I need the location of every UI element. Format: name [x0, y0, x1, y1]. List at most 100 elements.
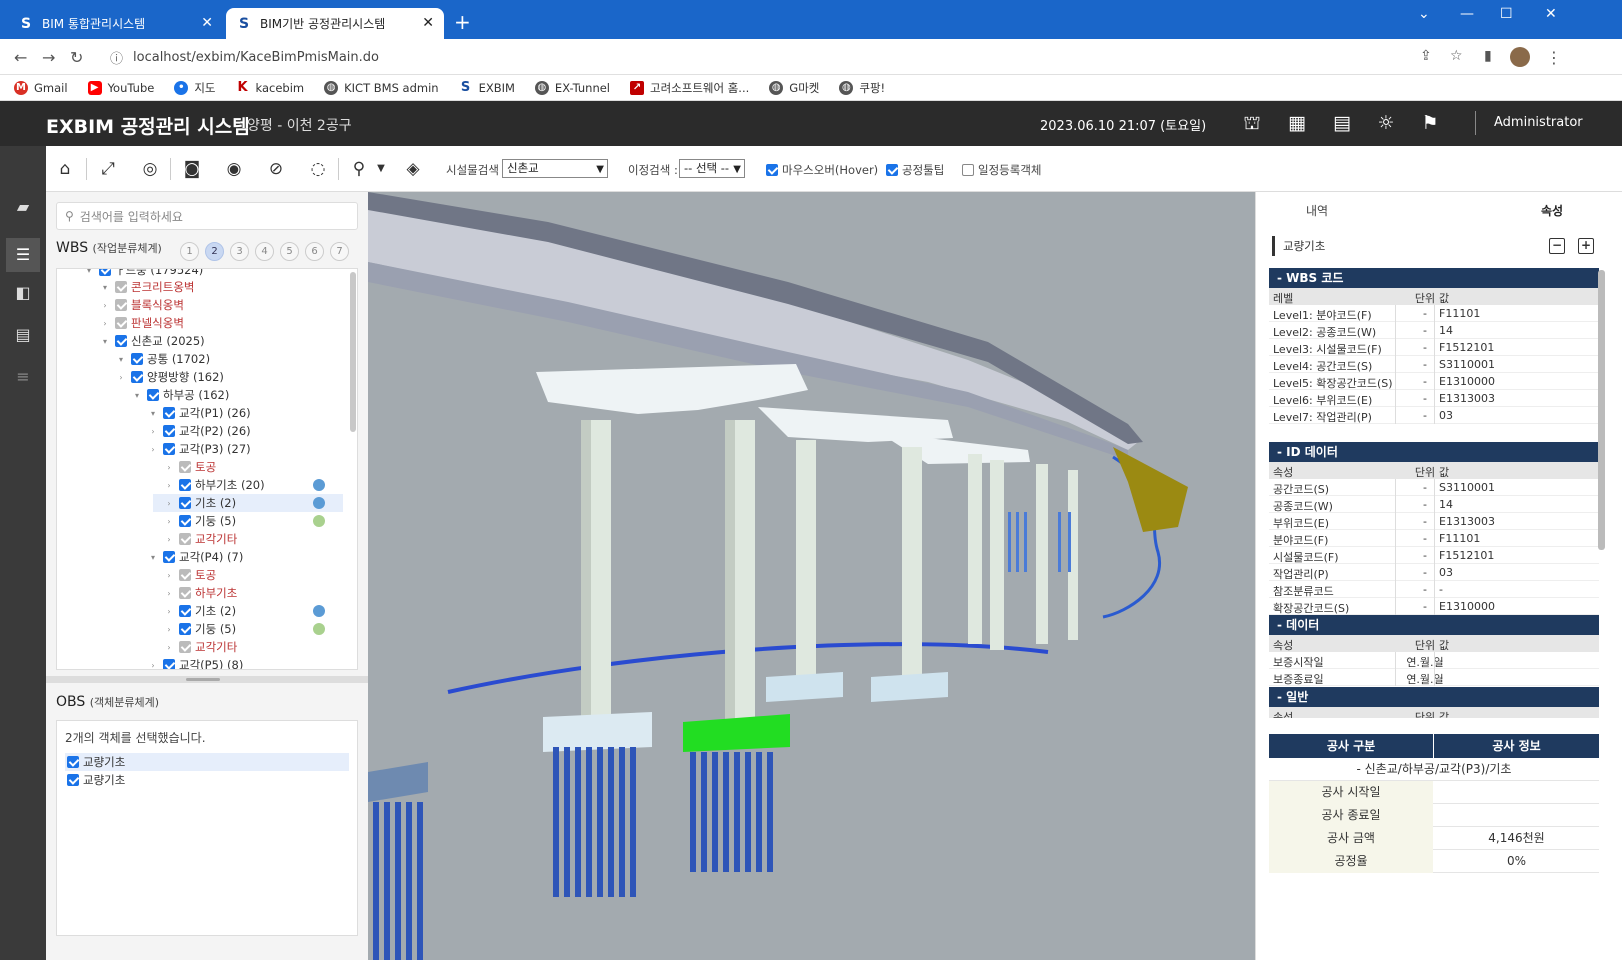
tree-node[interactable]: › 교각(P5) (8) [147, 656, 243, 669]
tree-node[interactable]: › 블록식옹벽 [99, 296, 184, 314]
url-field[interactable]: ⓘ localhost/exbim/KaceBimPmisMain.do [100, 44, 1600, 70]
bookmark-gmarket[interactable]: ◍ G마켓 [769, 80, 819, 96]
distance-select[interactable]: -- 선택 -- ▼ [679, 159, 745, 178]
bookmark-gmail[interactable]: M Gmail [14, 80, 68, 95]
level-button[interactable]: 7 [330, 242, 349, 261]
schedule-object-toggle[interactable]: 일정등록객체 [962, 162, 1041, 178]
maximize-button[interactable]: ☐ [1500, 6, 1513, 22]
menu-icon[interactable]: ⋮ [1546, 48, 1562, 67]
property-scrollbar[interactable] [1598, 270, 1605, 550]
share-icon[interactable]: ⇪ [1420, 48, 1432, 64]
browser-tab-bim-schedule[interactable]: S BIM기반 공정관리시스템 ✕ [226, 8, 444, 39]
tree-node[interactable]: › 토공 [163, 566, 216, 584]
focus-icon[interactable]: ◎ [139, 158, 161, 180]
tooltip-toggle[interactable]: 공정툴팁 [886, 162, 944, 178]
checkbox[interactable] [962, 164, 974, 176]
section-wbs-code[interactable]: - WBS 코드 [1269, 268, 1599, 288]
browser-tab-bim-integrated[interactable]: S BIM 통합관리시스템 ✕ [8, 8, 223, 39]
pier-p5[interactable] [968, 454, 1078, 650]
close-tab-icon[interactable]: ✕ [201, 15, 213, 31]
property-row[interactable]: 공간코드(S) - S3110001 [1269, 479, 1599, 496]
bookmark-coupang[interactable]: ◍ 쿠팡! [839, 80, 885, 96]
bridge-model[interactable] [368, 192, 1255, 960]
property-row[interactable]: Level6: 부위코드(E) - E1313003 [1269, 390, 1599, 407]
property-row[interactable]: Level5: 확장공간코드(S) - E1310000 [1269, 373, 1599, 390]
tree-node[interactable]: › 기초 (2) [163, 602, 236, 620]
profile-avatar[interactable] [1510, 47, 1530, 67]
tree-node[interactable]: › 교각기타 [163, 530, 237, 548]
drag-handle[interactable] [186, 678, 220, 681]
section-id-data[interactable]: - ID 데이터 [1269, 442, 1599, 462]
property-row[interactable]: 보증시작일 연.월.일 - [1269, 652, 1599, 669]
tab-search-icon[interactable]: ⌄ [1418, 6, 1430, 22]
tree-node[interactable]: › 교각기타 [163, 638, 237, 656]
level-button[interactable]: 6 [305, 242, 324, 261]
obs-item[interactable]: 교량기초 [65, 753, 349, 771]
hover-toggle[interactable]: 마우스오버(Hover) [766, 162, 878, 178]
property-row[interactable]: Level2: 공종코드(W) -14 [1269, 322, 1599, 339]
tree-node[interactable]: › 교각(P3) (27) [147, 440, 250, 458]
level-button[interactable]: 5 [280, 242, 299, 261]
obs-item[interactable]: 교량기초 [65, 771, 349, 789]
checkbox[interactable] [886, 164, 898, 176]
property-row[interactable]: 보증종료일 연.월.일 - [1269, 669, 1599, 686]
hide-icon[interactable]: ⊘ [265, 158, 287, 180]
calendar-icon[interactable]: ▦ [1285, 111, 1309, 135]
tree-node[interactable]: ▾ 공통 (1702) [115, 350, 210, 368]
property-row[interactable]: Level4: 공간코드(S) - S3110001 [1269, 356, 1599, 373]
tree-scrollbar[interactable] [350, 272, 356, 432]
minimize-button[interactable]: — [1460, 6, 1474, 22]
tree-node[interactable]: › 토공 [163, 458, 216, 476]
bookmark-kacebim[interactable]: Kkacebim [235, 80, 304, 95]
section-data[interactable]: - 데이터 [1269, 615, 1599, 635]
property-row[interactable]: Level7: 작업관리(P) -03 [1269, 407, 1599, 424]
panel-splitter[interactable] [46, 676, 368, 683]
bookmark-maps[interactable]: • 지도 [174, 80, 216, 96]
level-button[interactable]: 3 [230, 242, 249, 261]
show-all-icon[interactable]: ◌ [307, 158, 329, 180]
bookmark-kict-bms[interactable]: ◍ KICT BMS admin [324, 80, 439, 95]
tree-list-icon[interactable]: ☰ [6, 238, 40, 272]
bim-3d-viewport[interactable] [368, 192, 1255, 960]
layers-icon[interactable]: ◈ [402, 158, 424, 180]
reload-icon[interactable]: ↻ [70, 48, 83, 67]
chevron-down-icon[interactable]: ▼ [370, 158, 392, 180]
show-icon[interactable]: ◉ [223, 158, 245, 180]
bookmark-star-icon[interactable]: ☆ [1450, 48, 1463, 64]
pier-p2-foundation-selected[interactable] [683, 420, 790, 872]
bookmark-exbim[interactable]: S EXBIM [458, 80, 515, 95]
tab-details[interactable]: 내역 [1306, 202, 1328, 219]
property-row[interactable]: 시설물코드(F) - F1512101 [1269, 547, 1599, 564]
tree-node[interactable]: ▾ 신촌교 (2025) [99, 332, 205, 350]
property-row[interactable]: 작업관리(P) -03 [1269, 564, 1599, 581]
checkbox[interactable] [766, 164, 778, 176]
property-row[interactable]: 부위코드(E) - E1313003 [1269, 513, 1599, 530]
flag-icon[interactable]: ⚑ [1418, 111, 1442, 135]
tree-node[interactable]: › 하부기초 [163, 584, 237, 602]
bookmark-korea-software[interactable]: ↗ 고려소프트웨어 홈... [630, 80, 749, 96]
property-row[interactable]: 확장공간코드(S) - E1310000 [1269, 598, 1599, 615]
tab-properties[interactable]: 속성 [1541, 202, 1563, 219]
property-row[interactable]: Level1: 분야코드(F) - F11101 [1269, 305, 1599, 322]
tree-node[interactable]: › 기둥 (5) [163, 620, 236, 638]
objects-icon[interactable]: ◧ [12, 282, 34, 304]
close-window-button[interactable]: ✕ [1545, 6, 1557, 22]
bookmark-ex-tunnel[interactable]: ◍ EX-Tunnel [534, 80, 610, 95]
bookmark-youtube[interactable]: ▶ YouTube [87, 80, 154, 95]
document-icon[interactable]: ▤ [12, 324, 34, 346]
new-tab-button[interactable]: + [454, 10, 471, 34]
property-row[interactable]: 분야코드(F) - F11101 [1269, 530, 1599, 547]
close-tab-icon[interactable]: ✕ [422, 15, 434, 31]
tree-node[interactable]: › 양평방향 (162) [115, 368, 224, 386]
level-button[interactable]: 4 [255, 242, 274, 261]
tree-node[interactable]: ▾ 콘크리트옹벽 [99, 278, 195, 296]
folder-icon[interactable]: ▰ [12, 196, 34, 218]
fit-view-icon[interactable]: ⤢ [97, 158, 119, 180]
home-icon[interactable]: ⌂ [54, 158, 76, 180]
property-row[interactable]: Level3: 시설물코드(F) - F1512101 [1269, 339, 1599, 356]
report-icon[interactable]: ▤ [1330, 111, 1354, 135]
sidepanel-icon[interactable]: ▮ [1484, 48, 1492, 64]
section-general[interactable]: - 일반 [1269, 687, 1599, 707]
expand-all-icon[interactable]: + [1578, 238, 1594, 254]
collapse-all-icon[interactable]: − [1549, 238, 1565, 254]
